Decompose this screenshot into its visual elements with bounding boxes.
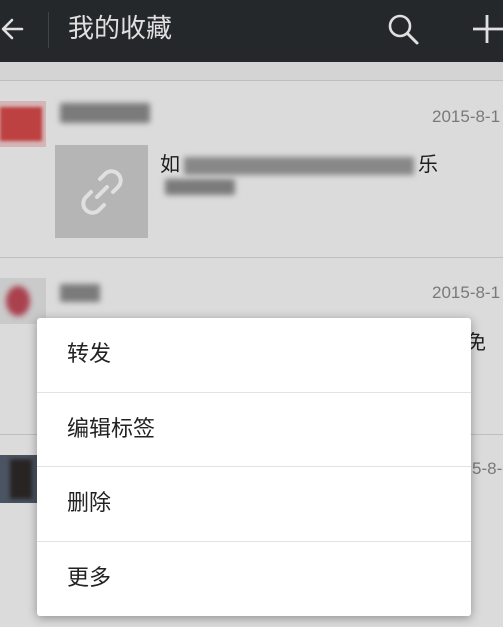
menu-item-forward[interactable]: 转发 [37, 318, 471, 392]
context-menu: 转发 编辑标签 删除 更多 [37, 318, 471, 616]
menu-item-delete[interactable]: 删除 [37, 467, 471, 541]
menu-item-edit-tags[interactable]: 编辑标签 [37, 393, 471, 467]
menu-item-more[interactable]: 更多 [37, 542, 471, 616]
